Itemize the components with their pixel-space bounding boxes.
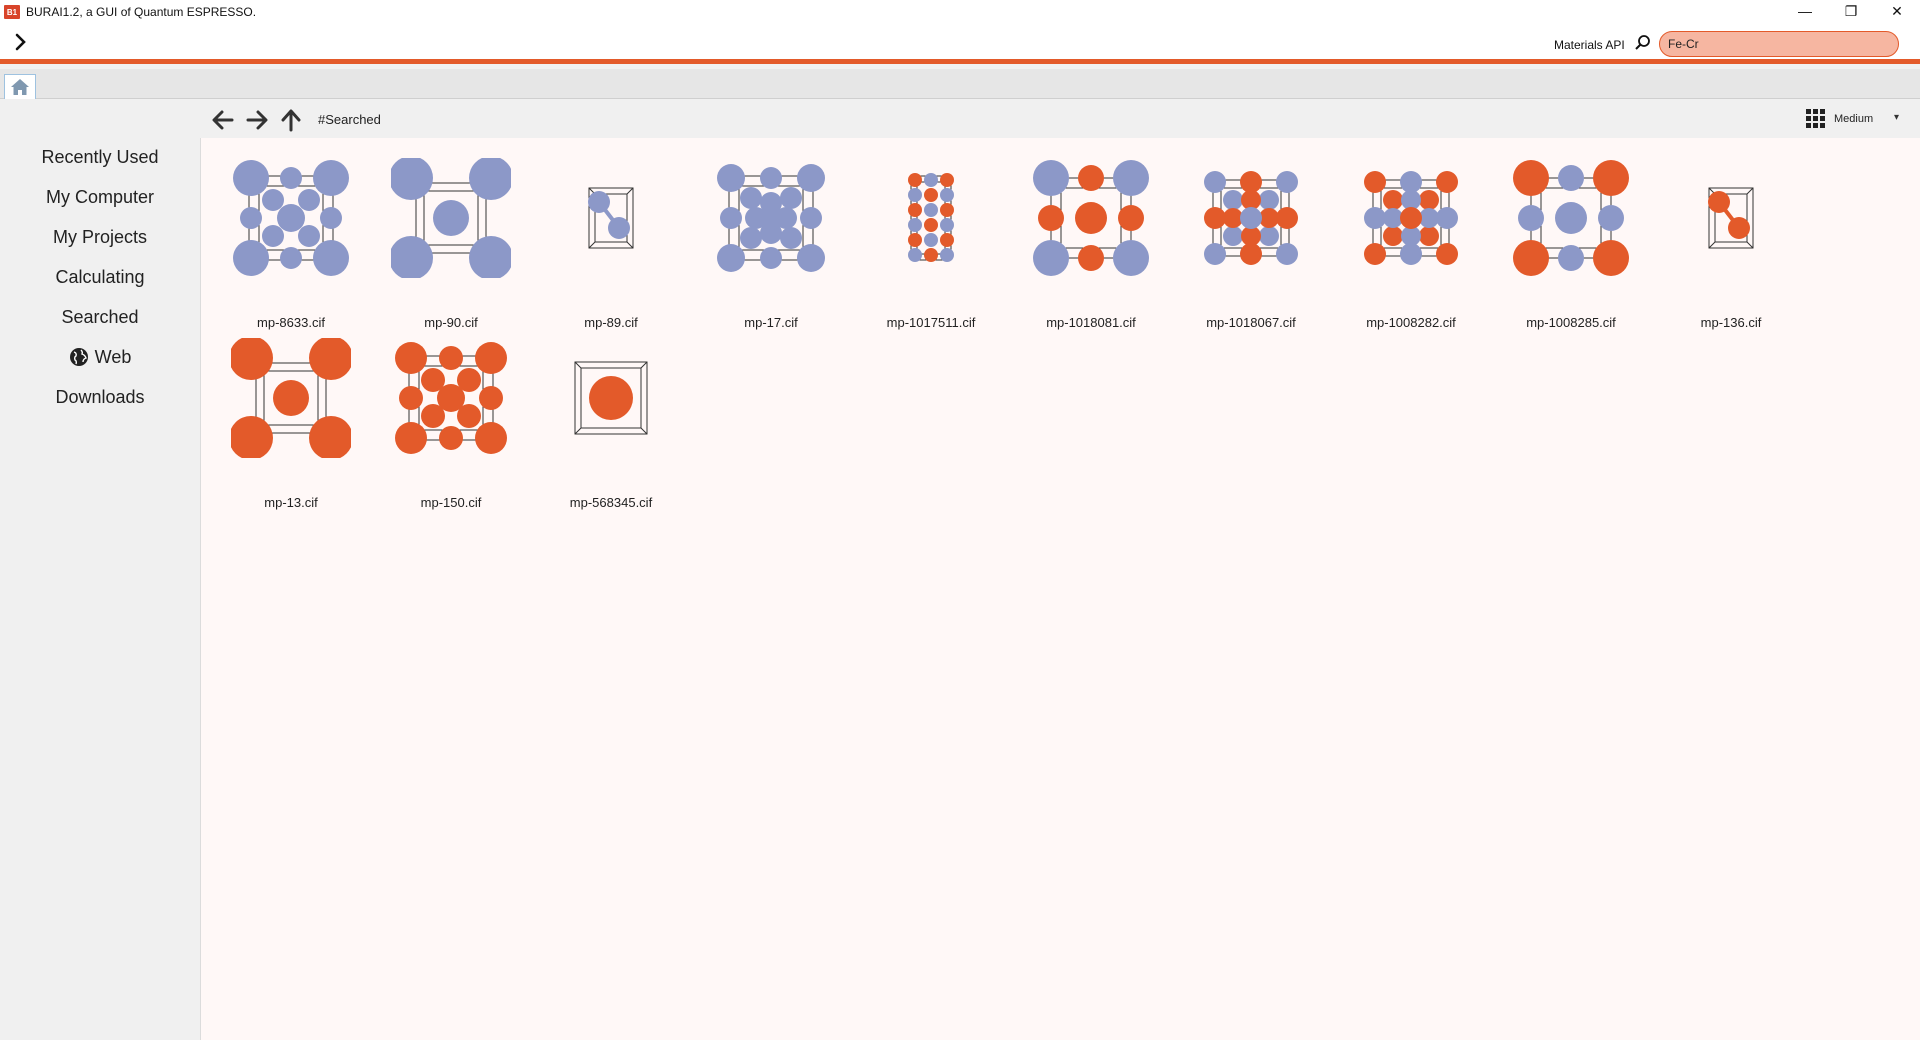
- view-mode-select[interactable]: Medium: [1834, 113, 1873, 125]
- chevron-down-icon[interactable]: ▾: [1894, 112, 1899, 123]
- up-arrow-icon[interactable]: [278, 107, 304, 133]
- app-icon: B1: [4, 5, 20, 19]
- file-item[interactable]: mp-1018081.cif: [1011, 158, 1171, 338]
- crystal-structure-thumbnail: [231, 338, 351, 458]
- file-name: mp-90.cif: [424, 315, 478, 330]
- file-name: mp-150.cif: [420, 495, 482, 510]
- file-item[interactable]: mp-13.cif: [211, 338, 371, 518]
- sidebar-item-label: Web: [94, 347, 132, 367]
- crystal-structure-thumbnail: [1513, 160, 1629, 276]
- minimize-button[interactable]: —: [1782, 0, 1828, 22]
- file-name: mp-136.cif: [1700, 315, 1762, 330]
- file-item[interactable]: mp-1008285.cif: [1491, 158, 1651, 338]
- search-icon[interactable]: [1634, 34, 1652, 52]
- file-item[interactable]: mp-89.cif: [531, 158, 691, 338]
- sidebar-item-downloads[interactable]: Downloads: [0, 382, 200, 412]
- sidebar-item-my-projects[interactable]: My Projects: [0, 222, 200, 252]
- crystal-structure-thumbnail: [1364, 171, 1458, 265]
- file-name: mp-13.cif: [264, 495, 318, 510]
- expand-menu-button[interactable]: [14, 32, 28, 56]
- home-tab[interactable]: [4, 74, 36, 99]
- globe-icon: [69, 348, 88, 366]
- crystal-structure-thumbnail: [574, 361, 648, 435]
- window-controls: — ❐ ✕: [1782, 0, 1920, 24]
- forward-arrow-icon[interactable]: [244, 107, 270, 133]
- file-name: mp-1008285.cif: [1526, 315, 1616, 330]
- file-item[interactable]: mp-1018067.cif: [1171, 158, 1331, 338]
- sidebar-item-searched[interactable]: Searched: [0, 302, 200, 332]
- file-name: mp-8633.cif: [257, 315, 325, 330]
- crystal-structure-thumbnail: [1033, 160, 1149, 276]
- file-item[interactable]: mp-136.cif: [1651, 158, 1811, 338]
- file-item[interactable]: mp-150.cif: [371, 338, 531, 518]
- crystal-structure-thumbnail: [395, 342, 507, 454]
- window-title: BURAI1.2, a GUI of Quantum ESPRESSO.: [26, 5, 257, 19]
- tab-strip: [0, 69, 1920, 99]
- file-name: mp-1018067.cif: [1206, 315, 1296, 330]
- home-icon: [11, 79, 29, 95]
- file-name: mp-1008282.cif: [1366, 315, 1456, 330]
- crystal-structure-thumbnail: [233, 160, 349, 276]
- crystal-structure-thumbnail: [1204, 171, 1298, 265]
- main-toolbar: Materials API Fe-Cr: [0, 24, 1920, 64]
- sidebar-item-calculating[interactable]: Calculating: [0, 262, 200, 292]
- current-path: #Searched: [318, 112, 381, 127]
- file-name: mp-1017511.cif: [886, 315, 976, 330]
- sidebar: Recently Used My Computer My Projects Ca…: [0, 100, 200, 1040]
- file-name: mp-1018081.cif: [1046, 315, 1136, 330]
- grid-view-icon[interactable]: [1806, 109, 1826, 129]
- back-arrow-icon[interactable]: [210, 107, 236, 133]
- file-grid: mp-8633.cif mp-90.cif mp-89.cif mp-17.cif mp…: [200, 138, 1920, 1040]
- sidebar-item-my-computer[interactable]: My Computer: [0, 182, 200, 212]
- crystal-structure-thumbnail: [1708, 187, 1754, 249]
- close-button[interactable]: ✕: [1874, 0, 1920, 22]
- crystal-structure-thumbnail: [588, 187, 634, 249]
- file-name: mp-17.cif: [744, 315, 798, 330]
- crystal-structure-thumbnail: [908, 173, 954, 262]
- file-item[interactable]: mp-568345.cif: [531, 338, 691, 518]
- file-item[interactable]: mp-8633.cif: [211, 158, 371, 338]
- restore-button[interactable]: ❐: [1828, 0, 1874, 22]
- file-item[interactable]: mp-1008282.cif: [1331, 158, 1491, 338]
- path-bar: #Searched Medium ▾: [200, 100, 1920, 138]
- chevron-right-icon: [15, 33, 26, 51]
- materials-api-label: Materials API: [1554, 38, 1625, 52]
- title-bar: B1 BURAI1.2, a GUI of Quantum ESPRESSO. …: [0, 0, 1920, 24]
- file-name: mp-568345.cif: [569, 495, 653, 510]
- crystal-structure-thumbnail: [717, 164, 825, 272]
- file-item[interactable]: mp-17.cif: [691, 158, 851, 338]
- crystal-structure-thumbnail: [391, 158, 511, 278]
- file-item[interactable]: mp-90.cif: [371, 158, 531, 338]
- materials-search-input[interactable]: Fe-Cr: [1659, 31, 1899, 57]
- sidebar-item-recently-used[interactable]: Recently Used: [0, 142, 200, 172]
- file-name: mp-89.cif: [584, 315, 638, 330]
- sidebar-item-web[interactable]: Web: [0, 342, 200, 372]
- file-item[interactable]: mp-1017511.cif: [851, 158, 1011, 338]
